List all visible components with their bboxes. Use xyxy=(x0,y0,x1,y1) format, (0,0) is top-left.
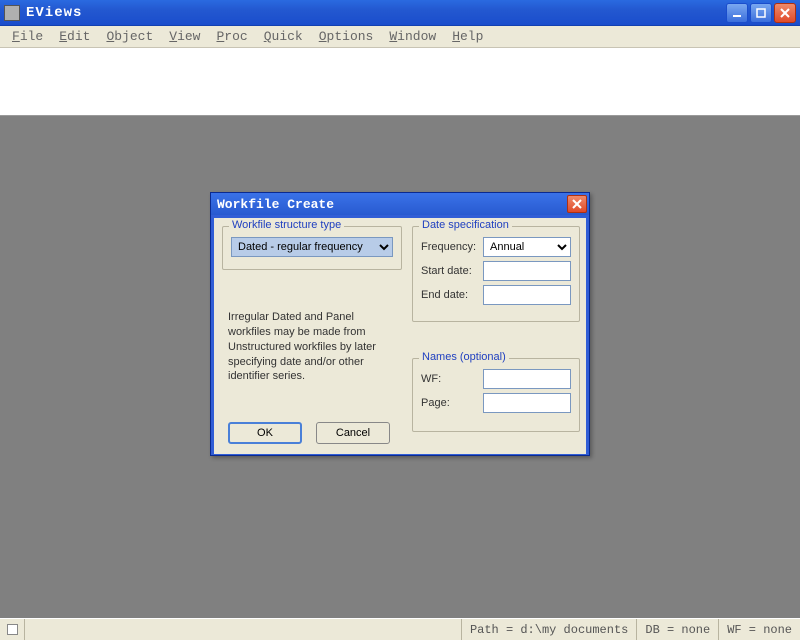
app-icon xyxy=(4,5,20,21)
menu-view[interactable]: View xyxy=(161,27,208,46)
status-db: DB = none xyxy=(636,619,718,640)
menubar: File Edit Object View Proc Quick Options… xyxy=(0,26,800,48)
menu-options[interactable]: Options xyxy=(311,27,382,46)
main-titlebar: EViews xyxy=(0,0,800,26)
mdi-area: Workfile Create Workfile structure type … xyxy=(0,116,800,618)
group-date-specification: Date specification Frequency: Annual Sta… xyxy=(412,226,580,322)
structure-type-select[interactable]: Dated - regular frequency xyxy=(231,237,393,257)
status-empty xyxy=(24,619,461,640)
group-names: Names (optional) WF: Page: xyxy=(412,358,580,432)
menu-edit[interactable]: Edit xyxy=(51,27,98,46)
start-date-input[interactable] xyxy=(483,261,571,281)
close-button[interactable] xyxy=(774,3,796,23)
dialog-title-text: Workfile Create xyxy=(217,197,334,212)
dialog-body: Workfile structure type Dated - regular … xyxy=(214,218,586,454)
ok-button[interactable]: OK xyxy=(228,422,302,444)
names-legend: Names (optional) xyxy=(419,351,509,363)
cancel-button[interactable]: Cancel xyxy=(316,422,390,444)
menu-window[interactable]: Window xyxy=(381,27,444,46)
frequency-label: Frequency: xyxy=(421,241,483,253)
minimize-button[interactable] xyxy=(726,3,748,23)
start-date-label: Start date: xyxy=(421,265,483,277)
page-label: Page: xyxy=(421,397,483,409)
structure-help-text: Irregular Dated and Panel workfiles may … xyxy=(228,310,398,384)
status-path: Path = d:\my documents xyxy=(461,619,636,640)
wf-name-input[interactable] xyxy=(483,369,571,389)
workfile-create-dialog: Workfile Create Workfile structure type … xyxy=(210,192,590,456)
group-structure-type: Workfile structure type Dated - regular … xyxy=(222,226,402,270)
menu-quick[interactable]: Quick xyxy=(256,27,311,46)
menu-proc[interactable]: Proc xyxy=(208,27,255,46)
menu-help[interactable]: Help xyxy=(444,27,491,46)
status-checkbox[interactable] xyxy=(0,624,24,635)
status-wf: WF = none xyxy=(718,619,800,640)
end-date-input[interactable] xyxy=(483,285,571,305)
wf-label: WF: xyxy=(421,373,483,385)
app-title: EViews xyxy=(26,5,726,21)
datespec-legend: Date specification xyxy=(419,219,512,231)
structure-legend: Workfile structure type xyxy=(229,219,344,231)
dialog-close-button[interactable] xyxy=(567,195,587,213)
frequency-select[interactable]: Annual xyxy=(483,237,571,257)
page-name-input[interactable] xyxy=(483,393,571,413)
maximize-button[interactable] xyxy=(750,3,772,23)
toolbar-area xyxy=(0,48,800,116)
status-bar: Path = d:\my documents DB = none WF = no… xyxy=(0,618,800,640)
end-date-label: End date: xyxy=(421,289,483,301)
menu-file[interactable]: File xyxy=(4,27,51,46)
menu-object[interactable]: Object xyxy=(98,27,161,46)
dialog-titlebar[interactable]: Workfile Create xyxy=(211,193,589,215)
